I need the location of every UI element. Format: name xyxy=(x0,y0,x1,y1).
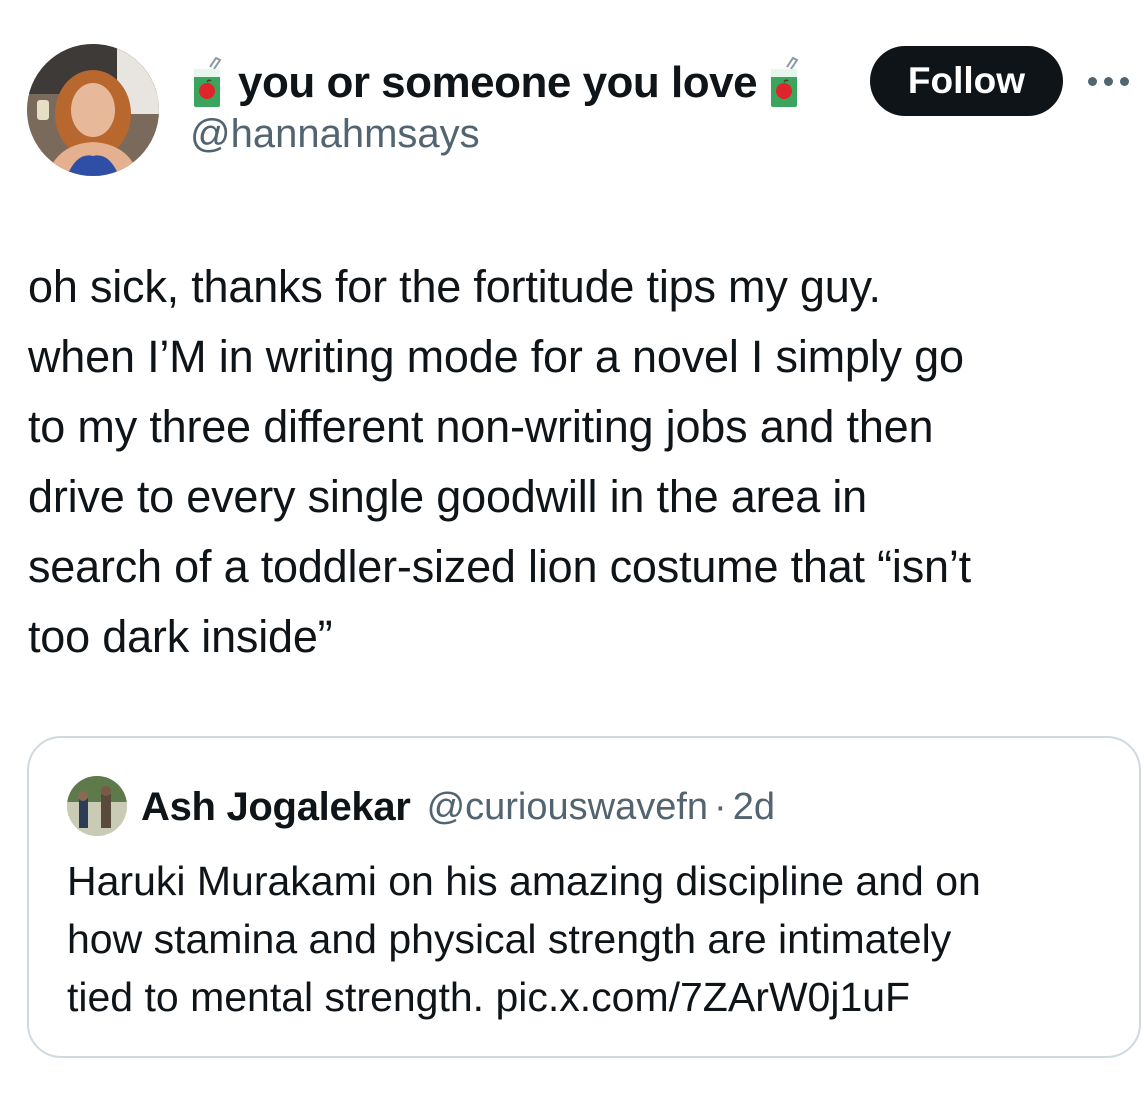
quote-timestamp[interactable]: 2d xyxy=(733,786,775,829)
more-horizontal-icon xyxy=(1088,76,1097,86)
quote-author-avatar-image xyxy=(67,776,127,836)
follow-button[interactable]: Follow xyxy=(870,46,1063,116)
more-horizontal-icon xyxy=(1104,76,1113,86)
author-display-name[interactable]: you or someone you love xyxy=(238,58,758,108)
author-handle[interactable]: @hannahmsays xyxy=(190,112,480,157)
quote-header: Ash Jogalekar @curiouswavefn · 2d xyxy=(141,782,775,832)
author-avatar-image xyxy=(27,44,159,176)
juice-box-icon xyxy=(190,57,224,109)
more-options-button[interactable] xyxy=(1088,66,1144,96)
tweet-text: oh sick, thanks for the fortitude tips m… xyxy=(28,261,971,662)
quote-text: Haruki Murakami on his amazing disciplin… xyxy=(67,858,981,1020)
tweet-card: you or someone you love @hannahmsays Fol… xyxy=(0,0,1144,1099)
quote-author-name[interactable]: Ash Jogalekar xyxy=(141,785,411,830)
quote-separator: · xyxy=(714,785,727,828)
quote-author-handle[interactable]: @curiouswavefn xyxy=(427,786,708,829)
more-horizontal-icon xyxy=(1120,76,1129,86)
quote-author-avatar[interactable] xyxy=(67,776,127,836)
author-name-row[interactable]: you or someone you love xyxy=(190,52,801,114)
juice-box-icon xyxy=(767,57,801,109)
author-avatar[interactable] xyxy=(27,44,159,176)
quoted-tweet[interactable]: Ash Jogalekar @curiouswavefn · 2d Haruki… xyxy=(27,736,1141,1058)
